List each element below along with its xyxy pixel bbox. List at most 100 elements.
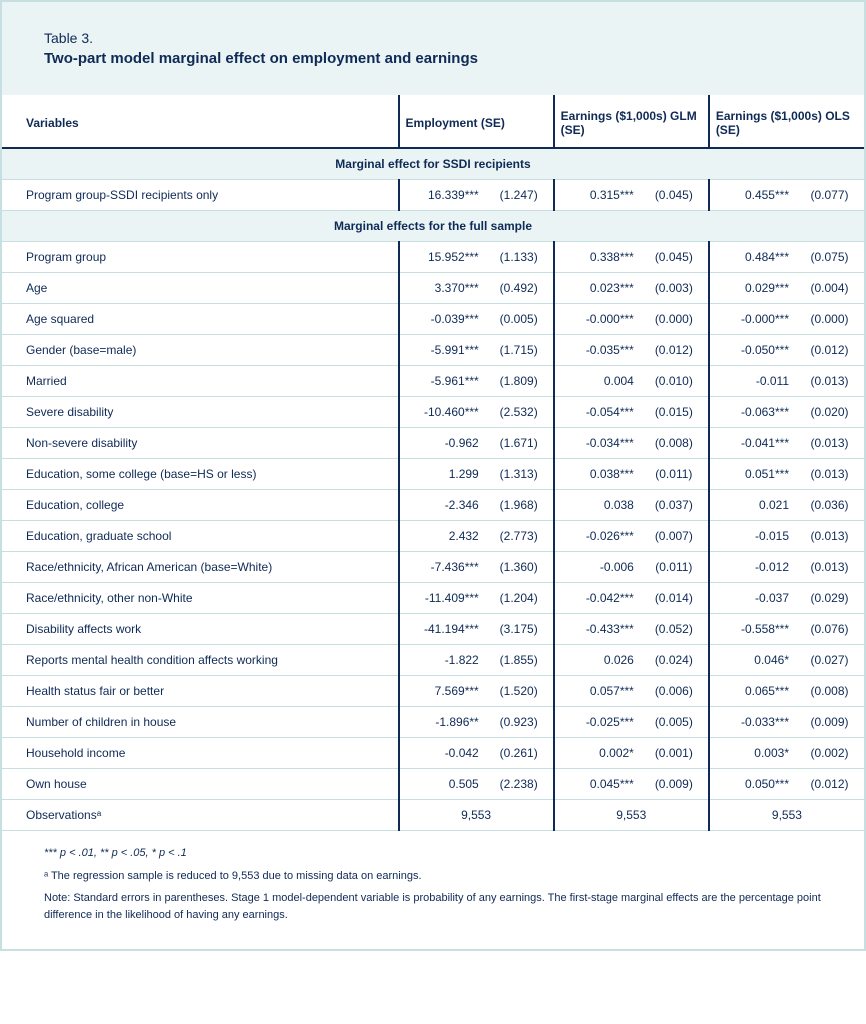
table-title: Two-part model marginal effect on employ… [44,50,822,67]
se-emp: (1.715) [485,335,554,366]
table-container: Table 3. Two-part model marginal effect … [0,0,866,951]
table-row: Race/ethnicity, other non-White-11.409**… [2,583,864,614]
se-ols: (0.012) [795,335,864,366]
table-row: Own house0.505(2.238)0.045***(0.009)0.05… [2,769,864,800]
obs-glm: 9,553 [554,800,709,831]
value-emp: -5.961*** [399,366,485,397]
value-ols: -0.063*** [709,397,795,428]
value-emp: 2.432 [399,521,485,552]
col-earnings-glm: Earnings ($1,000s) GLM (SE) [554,95,709,148]
variable-label: Race/ethnicity, African American (base=W… [2,552,399,583]
obs-ols: 9,553 [709,800,864,831]
table-header-band: Table 3. Two-part model marginal effect … [2,2,864,95]
value-ols: 0.065*** [709,676,795,707]
value-emp: 16.339*** [399,180,485,211]
value-ols: -0.000*** [709,304,795,335]
table-row: Program group15.952***(1.133)0.338***(0.… [2,242,864,273]
section-header: Marginal effect for SSDI recipients [2,148,864,180]
value-glm: 0.023*** [554,273,640,304]
se-glm: (0.011) [640,552,709,583]
value-ols: -0.558*** [709,614,795,645]
value-ols: 0.029*** [709,273,795,304]
se-ols: (0.013) [795,552,864,583]
variable-label: Program group-SSDI recipients only [2,180,399,211]
value-emp: -0.039*** [399,304,485,335]
value-ols: 0.021 [709,490,795,521]
se-ols: (0.004) [795,273,864,304]
se-ols: (0.027) [795,645,864,676]
table-row: Gender (base=male)-5.991***(1.715)-0.035… [2,335,864,366]
variable-label: Education, college [2,490,399,521]
se-ols: (0.075) [795,242,864,273]
value-ols: 0.051*** [709,459,795,490]
se-emp: (0.261) [485,738,554,769]
col-earnings-ols: Earnings ($1,000s) OLS (SE) [709,95,864,148]
se-emp: (1.204) [485,583,554,614]
se-glm: (0.024) [640,645,709,676]
header-row: Variables Employment (SE) Earnings ($1,0… [2,95,864,148]
value-glm: 0.004 [554,366,640,397]
variable-label: Own house [2,769,399,800]
value-glm: -0.035*** [554,335,640,366]
footnote-a: ᵃ The regression sample is reduced to 9,… [44,868,822,885]
value-glm: 0.338*** [554,242,640,273]
variable-label: Gender (base=male) [2,335,399,366]
se-glm: (0.012) [640,335,709,366]
value-glm: -0.034*** [554,428,640,459]
se-emp: (2.238) [485,769,554,800]
value-glm: 0.038*** [554,459,640,490]
value-glm: 0.026 [554,645,640,676]
variable-label: Program group [2,242,399,273]
value-ols: -0.041*** [709,428,795,459]
table-row: Disability affects work-41.194***(3.175)… [2,614,864,645]
value-ols: 0.050*** [709,769,795,800]
variable-label: Race/ethnicity, other non-White [2,583,399,614]
se-ols: (0.002) [795,738,864,769]
section-title: Marginal effects for the full sample [2,211,864,242]
value-glm: 0.002* [554,738,640,769]
value-ols: 0.484*** [709,242,795,273]
se-emp: (1.968) [485,490,554,521]
se-ols: (0.076) [795,614,864,645]
se-emp: (0.492) [485,273,554,304]
se-glm: (0.003) [640,273,709,304]
se-ols: (0.020) [795,397,864,428]
se-emp: (2.773) [485,521,554,552]
value-ols: -0.015 [709,521,795,552]
se-emp: (1.247) [485,180,554,211]
value-ols: -0.037 [709,583,795,614]
se-ols: (0.013) [795,428,864,459]
table-row: Race/ethnicity, African American (base=W… [2,552,864,583]
variable-label: Health status fair or better [2,676,399,707]
variable-label: Household income [2,738,399,769]
table-row: Reports mental health condition affects … [2,645,864,676]
se-emp: (1.520) [485,676,554,707]
se-ols: (0.077) [795,180,864,211]
se-ols: (0.013) [795,366,864,397]
value-glm: -0.006 [554,552,640,583]
se-glm: (0.000) [640,304,709,335]
table-row: Non-severe disability-0.962(1.671)-0.034… [2,428,864,459]
variable-label: Education, some college (base=HS or less… [2,459,399,490]
se-glm: (0.007) [640,521,709,552]
variable-label: Severe disability [2,397,399,428]
value-emp: -7.436*** [399,552,485,583]
se-ols: (0.013) [795,521,864,552]
se-ols: (0.029) [795,583,864,614]
se-emp: (1.360) [485,552,554,583]
variable-label: Education, graduate school [2,521,399,552]
value-emp: -0.042 [399,738,485,769]
value-glm: -0.025*** [554,707,640,738]
se-glm: (0.011) [640,459,709,490]
value-emp: 0.505 [399,769,485,800]
value-emp: -10.460*** [399,397,485,428]
value-ols: -0.033*** [709,707,795,738]
value-glm: 0.038 [554,490,640,521]
value-emp: -1.822 [399,645,485,676]
se-emp: (2.532) [485,397,554,428]
se-glm: (0.045) [640,242,709,273]
section-header: Marginal effects for the full sample [2,211,864,242]
col-variables: Variables [2,95,399,148]
se-emp: (1.133) [485,242,554,273]
value-ols: -0.011 [709,366,795,397]
